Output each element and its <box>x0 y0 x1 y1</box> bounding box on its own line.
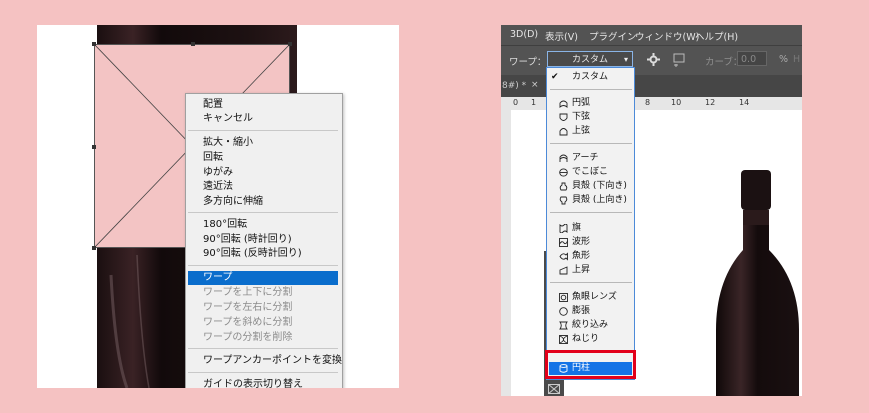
menu-item-distort[interactable]: 多方向に伸縮 <box>203 195 263 209</box>
menu-window[interactable]: ウィンドウ(W) <box>635 29 699 43</box>
menu-item-remove-warp-split[interactable]: ワープの分割を削除 <box>203 331 292 345</box>
menu-plugins[interactable]: プラグイン <box>589 29 637 43</box>
fisheye-icon <box>559 293 568 302</box>
menu-3d[interactable]: 3D(D) <box>510 29 538 40</box>
shell-upper-icon <box>559 196 568 205</box>
ruler-tick: 0 <box>513 98 519 107</box>
h-label: H <box>793 54 801 65</box>
menu-item-toggle-guides[interactable]: ガイドの表示切り替え <box>203 378 303 388</box>
menu-item-split-warp-crosswise[interactable]: ワープを斜めに分割 <box>203 316 292 330</box>
transform-handle[interactable] <box>92 42 96 46</box>
dropdown-separator <box>550 282 632 283</box>
ruler-tick: 12 <box>705 98 716 107</box>
transform-handle[interactable] <box>92 145 96 149</box>
canvas-preview-left: 配置 キャンセル 拡大・縮小 回転 ゆがみ 遠近法 多方向に伸縮 180°回転 … <box>37 25 399 388</box>
menu-item-split-warp-horizontal[interactable]: ワープを上下に分割 <box>203 286 292 300</box>
dropdown-separator <box>550 212 632 213</box>
chevron-down-icon: ▾ <box>623 55 628 64</box>
menu-separator <box>188 212 338 213</box>
menu-item-convert-warp-anchor[interactable]: ワープアンカーポイントを変換 <box>203 354 342 368</box>
menu-item-split-warp-vertical[interactable]: ワープを左右に分割 <box>203 301 292 315</box>
ruler-tick: 14 <box>739 98 750 107</box>
menu-separator <box>188 130 338 131</box>
menu-bar: 3D(D) 表示(V) プラグイン ウィンドウ(W) ヘルプ(H) <box>501 25 802 45</box>
shell-lower-icon <box>559 182 568 191</box>
menu-separator <box>188 372 338 373</box>
menu-separator <box>188 265 338 266</box>
menu-item-place[interactable]: 配置 <box>203 98 223 112</box>
document-tab-title[interactable]: 8#) * <box>502 81 526 91</box>
wave-icon <box>559 238 568 247</box>
fish-icon <box>559 252 568 261</box>
menu-item-rotate[interactable]: 回転 <box>203 151 223 165</box>
squeeze-icon <box>559 321 568 330</box>
menu-item-rotate-90-cw[interactable]: 90°回転 (時計回り) <box>203 233 292 247</box>
warp-label: ワープ： <box>509 57 547 68</box>
menu-view[interactable]: 表示(V) <box>545 29 578 43</box>
highlight-annotation-box <box>545 350 636 379</box>
menu-separator <box>188 348 338 349</box>
curve-input[interactable]: 0.0 <box>737 51 767 66</box>
flag-icon <box>559 224 568 233</box>
wine-bottle-image <box>716 170 799 396</box>
menu-item-rotate-180[interactable]: 180°回転 <box>203 218 247 232</box>
menu-item-skew[interactable]: ゆがみ <box>203 166 233 180</box>
check-icon: ✔ <box>551 72 559 82</box>
arc-upper-icon <box>559 128 568 136</box>
warp-orientation-icon[interactable] <box>672 52 688 68</box>
warp-style-select[interactable]: カスタム ▾ <box>547 51 633 67</box>
twist-icon <box>559 335 568 344</box>
ruler-tick: 1 <box>531 98 537 107</box>
transform-handle[interactable] <box>191 42 195 46</box>
transform-context-menu: 配置 キャンセル 拡大・縮小 回転 ゆがみ 遠近法 多方向に伸縮 180°回転 … <box>185 93 343 388</box>
warp-style-value: カスタム <box>571 55 608 65</box>
photoshop-window: 3D(D) 表示(V) プラグイン ウィンドウ(W) ヘルプ(H) ワープ： カ… <box>501 25 802 396</box>
dropdown-separator <box>550 89 632 90</box>
menu-item-warp[interactable]: ワープ <box>188 271 338 285</box>
menu-item-scale[interactable]: 拡大・縮小 <box>203 136 253 150</box>
inflate-icon <box>559 307 568 316</box>
ruler-tick: 10 <box>671 98 682 107</box>
menu-item-perspective[interactable]: 遠近法 <box>203 180 233 194</box>
menu-item-rotate-90-ccw[interactable]: 90°回転 (反時計回り) <box>203 247 302 261</box>
rise-icon <box>559 266 568 275</box>
menu-item-cancel[interactable]: キャンセル <box>203 112 253 126</box>
arch-icon <box>559 154 568 162</box>
arc-lower-icon <box>559 113 568 121</box>
dropdown-separator <box>550 143 632 144</box>
cross-box-icon[interactable] <box>548 384 560 394</box>
vertical-ruler <box>501 110 511 396</box>
gear-icon[interactable] <box>647 53 660 66</box>
ruler-tick: 8 <box>645 98 651 107</box>
bulge-icon <box>559 168 568 177</box>
menu-help[interactable]: ヘルプ(H) <box>695 29 738 43</box>
arc-icon <box>559 100 568 108</box>
close-icon[interactable]: × <box>531 80 539 90</box>
warp-style-dropdown: ✔ カスタム 円弧 下弦 上弦 アーチ でこぼこ 貝殻 (下向き) 貝殻 (上向… <box>546 67 635 380</box>
transform-handle[interactable] <box>92 246 96 250</box>
percent-label: % <box>779 54 789 65</box>
transform-handle[interactable] <box>288 42 292 46</box>
